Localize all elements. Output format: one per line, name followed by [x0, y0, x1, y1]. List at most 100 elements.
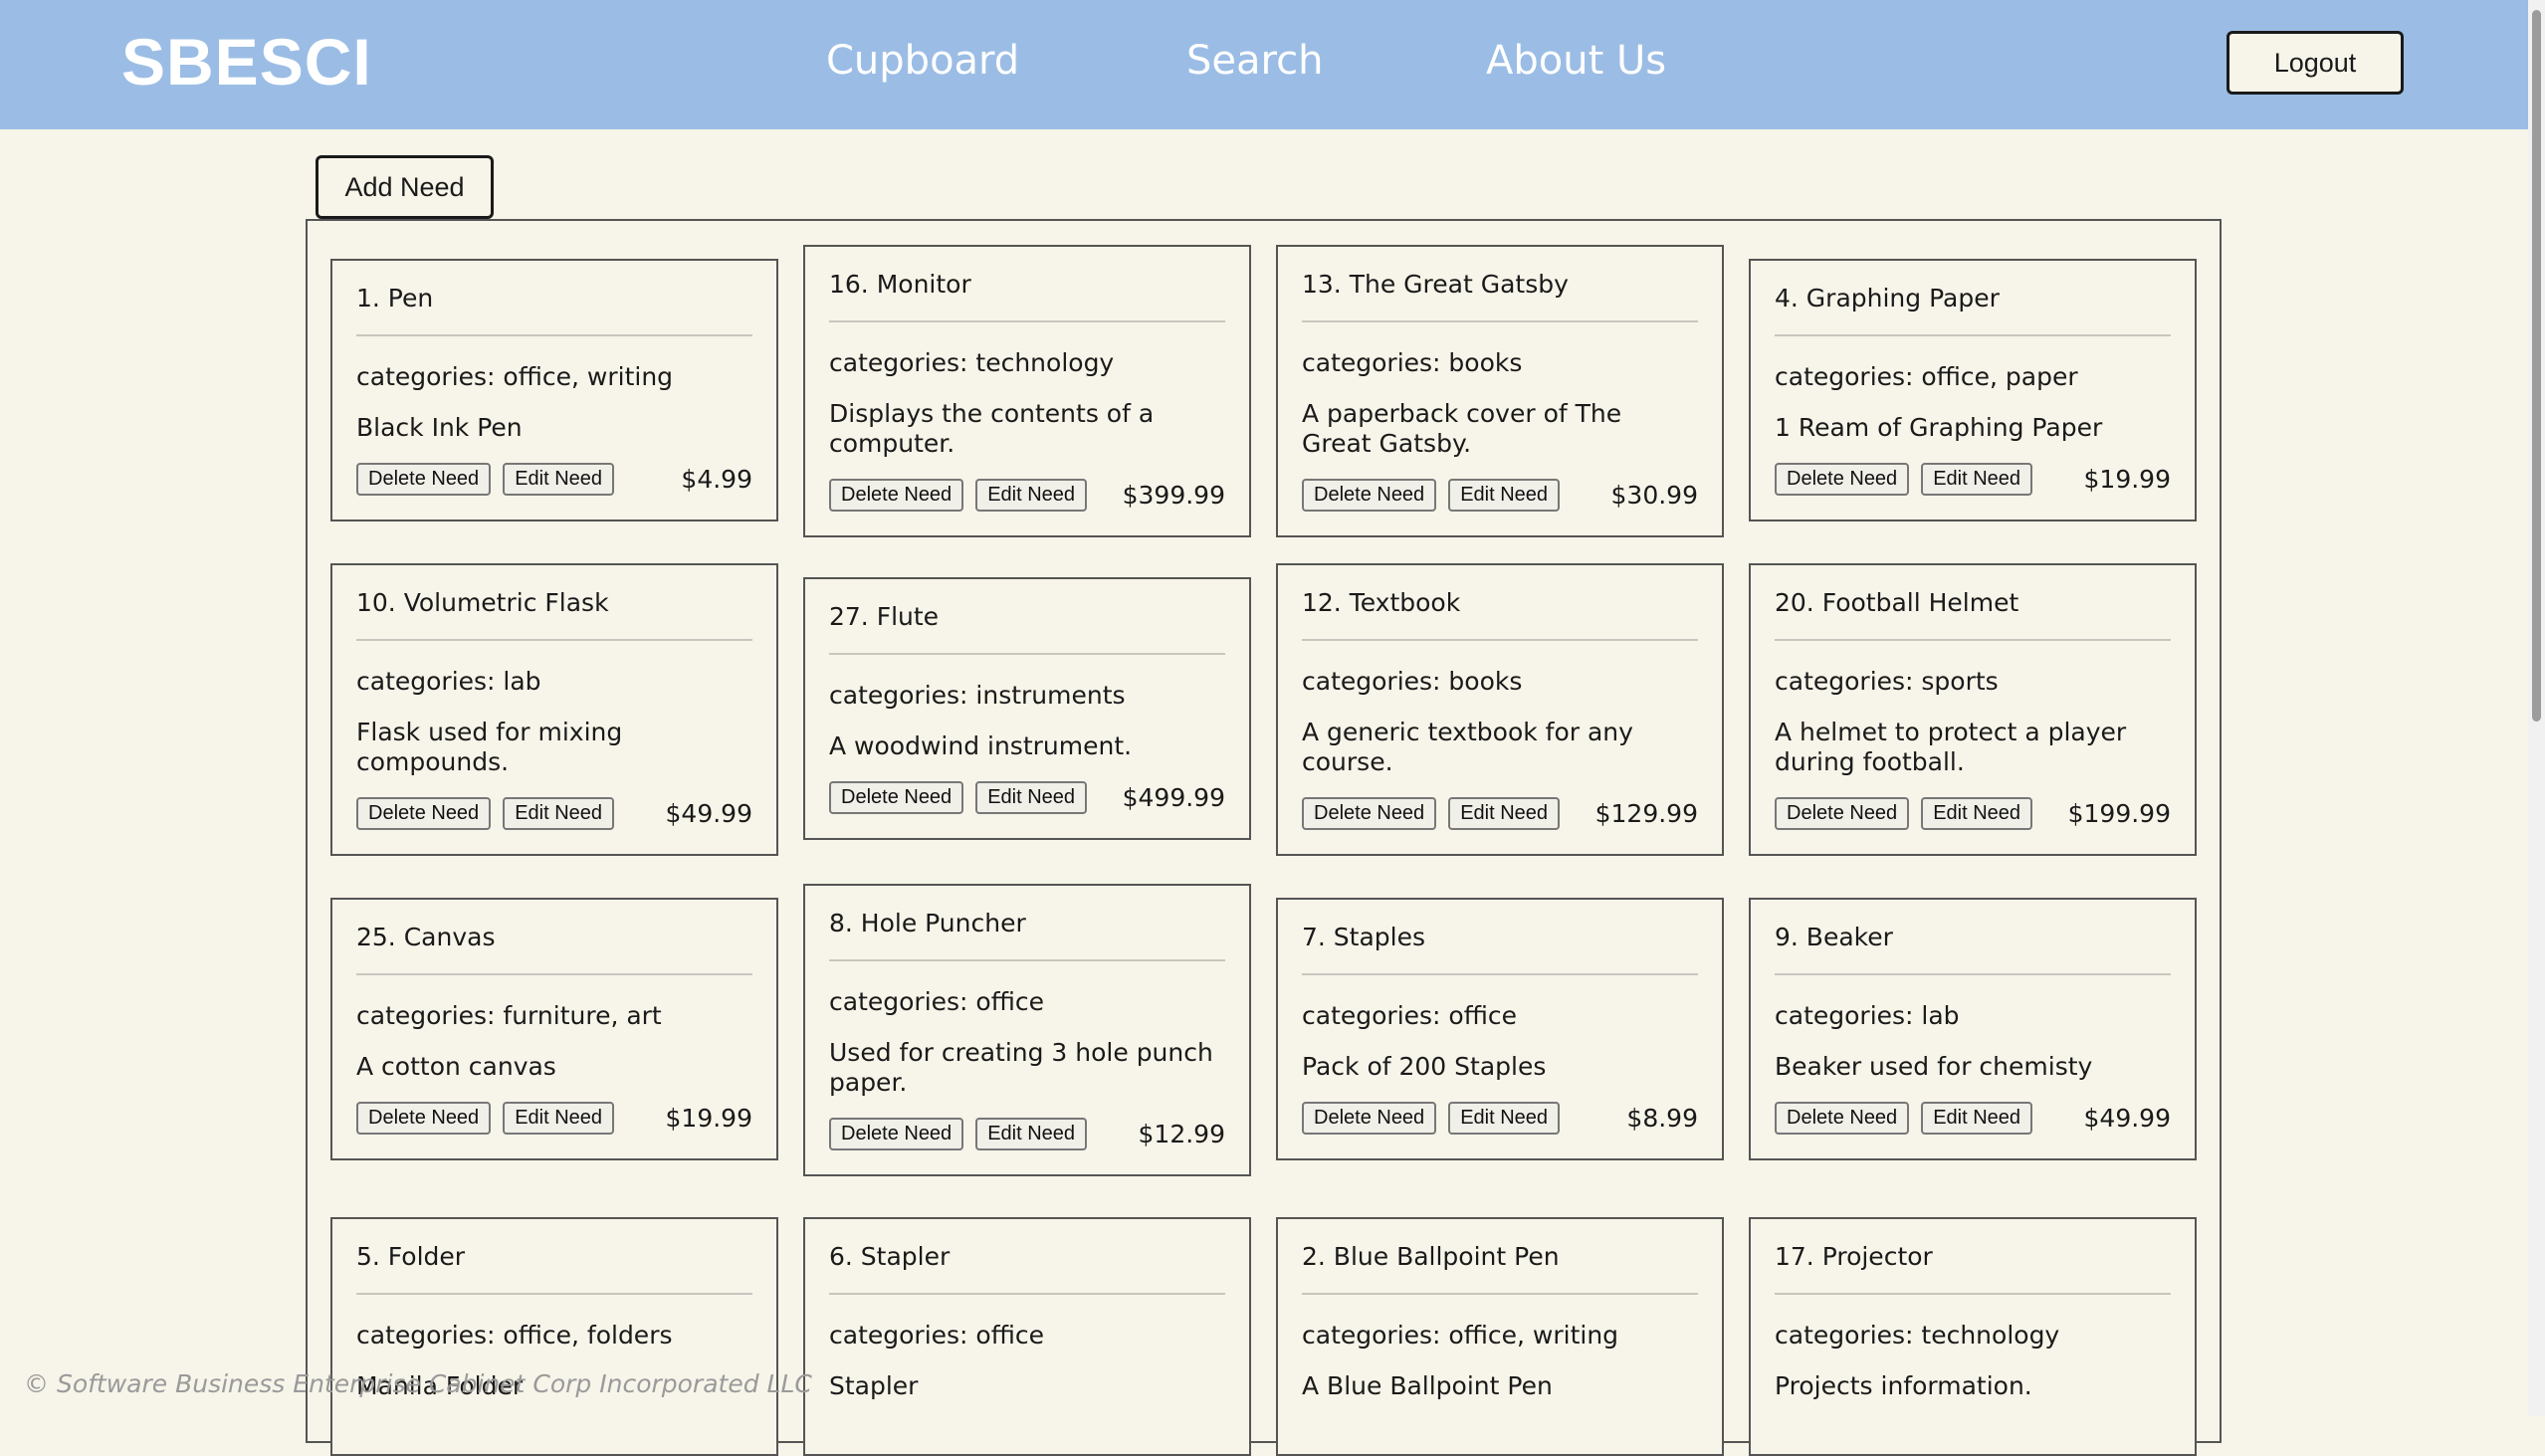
need-title: 20. Football Helmet: [1775, 565, 2171, 641]
need-price: $19.99: [665, 1104, 752, 1133]
need-description: Projects information.: [1775, 1371, 2032, 1400]
need-title: 16. Monitor: [829, 247, 1225, 322]
need-categories: categories: office, paper: [1775, 362, 2078, 391]
need-price: $8.99: [1626, 1104, 1698, 1133]
scrollbar-thumb[interactable]: [2532, 10, 2541, 722]
need-categories: categories: books: [1302, 348, 1523, 377]
edit-need-button[interactable]: Edit Need: [1448, 797, 1561, 830]
top-navbar: SBESCI Cupboard Search About Us Logout: [0, 0, 2528, 129]
delete-need-button[interactable]: Delete Need: [829, 479, 964, 512]
edit-need-button[interactable]: Edit Need: [1448, 479, 1561, 512]
nav-link-about-us[interactable]: About Us: [1486, 38, 1666, 84]
edit-need-button[interactable]: Edit Need: [503, 463, 615, 496]
need-categories: categories: office, writing: [1302, 1321, 1619, 1350]
need-title: 25. Canvas: [356, 900, 752, 975]
need-categories: categories: office: [829, 1321, 1045, 1350]
delete-need-button[interactable]: Delete Need: [1775, 797, 1910, 830]
vertical-scrollbar[interactable]: [2528, 0, 2545, 1416]
edit-need-button[interactable]: Edit Need: [1448, 1102, 1561, 1135]
need-description: Flask used for mixing compounds.: [356, 718, 623, 776]
need-description: A woodwind instrument.: [829, 731, 1133, 760]
need-actions: Delete Need Edit Need $49.99: [1775, 1102, 2171, 1158]
brand-logo[interactable]: SBESCI: [121, 24, 372, 100]
edit-need-button[interactable]: Edit Need: [975, 1118, 1088, 1150]
need-title: 4. Graphing Paper: [1775, 261, 2171, 336]
need-description: A paperback cover of The Great Gatsby.: [1302, 399, 1622, 458]
delete-need-button[interactable]: Delete Need: [356, 797, 492, 830]
need-actions: Delete Need Edit Need $19.99: [1775, 463, 2171, 520]
delete-need-button[interactable]: Delete Need: [356, 463, 492, 496]
delete-need-button[interactable]: Delete Need: [1775, 1102, 1910, 1135]
need-actions: Delete Need Edit Need $499.99: [829, 781, 1225, 838]
need-categories: categories: office: [1302, 1001, 1518, 1030]
need-card: 6. Stapler categories: office Stapler: [803, 1217, 1251, 1456]
need-title: 27. Flute: [829, 579, 1225, 655]
need-description: Used for creating 3 hole punch paper.: [829, 1038, 1213, 1097]
need-card: 9. Beaker categories: lab Beaker used fo…: [1749, 898, 2197, 1160]
need-card: 16. Monitor categories: technology Displ…: [803, 245, 1251, 537]
add-need-button[interactable]: Add Need: [316, 155, 494, 219]
need-categories: categories: instruments: [829, 681, 1126, 710]
need-price: $12.99: [1138, 1120, 1225, 1148]
delete-need-button[interactable]: Delete Need: [1775, 463, 1910, 496]
need-price: $19.99: [2083, 465, 2171, 494]
need-actions: Delete Need Edit Need $19.99: [356, 1102, 752, 1158]
need-title: 17. Projector: [1775, 1219, 2171, 1295]
need-card: 10. Volumetric Flask categories: lab Fla…: [330, 563, 778, 856]
need-card: 12. Textbook categories: books A generic…: [1276, 563, 1724, 856]
need-description: Black Ink Pen: [356, 413, 523, 442]
need-description: 1 Ream of Graphing Paper: [1775, 413, 2103, 442]
need-price: $129.99: [1594, 799, 1698, 828]
edit-need-button[interactable]: Edit Need: [975, 479, 1088, 512]
need-title: 9. Beaker: [1775, 900, 2171, 975]
delete-need-button[interactable]: Delete Need: [829, 1118, 964, 1150]
need-card: 13. The Great Gatsby categories: books A…: [1276, 245, 1724, 537]
need-actions: Delete Need Edit Need $399.99: [829, 479, 1225, 535]
delete-need-button[interactable]: Delete Need: [1302, 1102, 1437, 1135]
need-card: 17. Projector categories: technology Pro…: [1749, 1217, 2197, 1456]
need-categories: categories: furniture, art: [356, 1001, 662, 1030]
need-categories: categories: technology: [829, 348, 1115, 377]
need-description: Stapler: [829, 1371, 919, 1400]
need-actions: Delete Need Edit Need $8.99: [1302, 1102, 1698, 1158]
need-title: 2. Blue Ballpoint Pen: [1302, 1219, 1698, 1295]
edit-need-button[interactable]: Edit Need: [503, 1102, 615, 1135]
need-price: $30.99: [1610, 481, 1698, 510]
delete-need-button[interactable]: Delete Need: [1302, 479, 1437, 512]
edit-need-button[interactable]: Edit Need: [1921, 1102, 2033, 1135]
need-card: 7. Staples categories: office Pack of 20…: [1276, 898, 1724, 1160]
nav-link-search[interactable]: Search: [1186, 38, 1323, 84]
delete-need-button[interactable]: Delete Need: [356, 1102, 492, 1135]
edit-need-button[interactable]: Edit Need: [975, 781, 1088, 814]
need-categories: categories: office: [829, 987, 1045, 1016]
need-actions: Delete Need Edit Need $199.99: [1775, 797, 2171, 854]
need-actions: Delete Need Edit Need $12.99: [829, 1118, 1225, 1174]
needs-grid: 1. Pen categories: office, writing Black…: [306, 219, 2222, 1456]
need-title: 5. Folder: [356, 1219, 752, 1295]
need-price: $49.99: [665, 799, 752, 828]
need-description: Pack of 200 Staples: [1302, 1052, 1547, 1081]
need-title: 1. Pen: [356, 261, 752, 336]
edit-need-button[interactable]: Edit Need: [1921, 797, 2033, 830]
need-card: 25. Canvas categories: furniture, art A …: [330, 898, 778, 1160]
need-card: 8. Hole Puncher categories: office Used …: [803, 884, 1251, 1176]
edit-need-button[interactable]: Edit Need: [1921, 463, 2033, 496]
need-description: Displays the contents of a computer.: [829, 399, 1155, 458]
edit-need-button[interactable]: Edit Need: [503, 797, 615, 830]
need-categories: categories: office, folders: [356, 1321, 673, 1350]
need-description: A helmet to protect a player during foot…: [1775, 718, 2127, 776]
need-categories: categories: lab: [1775, 1001, 1960, 1030]
delete-need-button[interactable]: Delete Need: [1302, 797, 1437, 830]
need-title: 12. Textbook: [1302, 565, 1698, 641]
delete-need-button[interactable]: Delete Need: [829, 781, 964, 814]
need-actions: Delete Need Edit Need $4.99: [356, 463, 752, 520]
need-price: $399.99: [1122, 481, 1225, 510]
nav-link-cupboard[interactable]: Cupboard: [826, 38, 1019, 84]
need-price: $49.99: [2083, 1104, 2171, 1133]
logout-button[interactable]: Logout: [2227, 31, 2404, 95]
need-card: 5. Folder categories: office, folders Ma…: [330, 1217, 778, 1456]
footer-copyright: © Software Business Enterprise Cabinet C…: [24, 1369, 812, 1398]
need-description: A generic textbook for any course.: [1302, 718, 1633, 776]
need-actions: Delete Need Edit Need $30.99: [1302, 479, 1698, 535]
need-price: $4.99: [681, 465, 752, 494]
